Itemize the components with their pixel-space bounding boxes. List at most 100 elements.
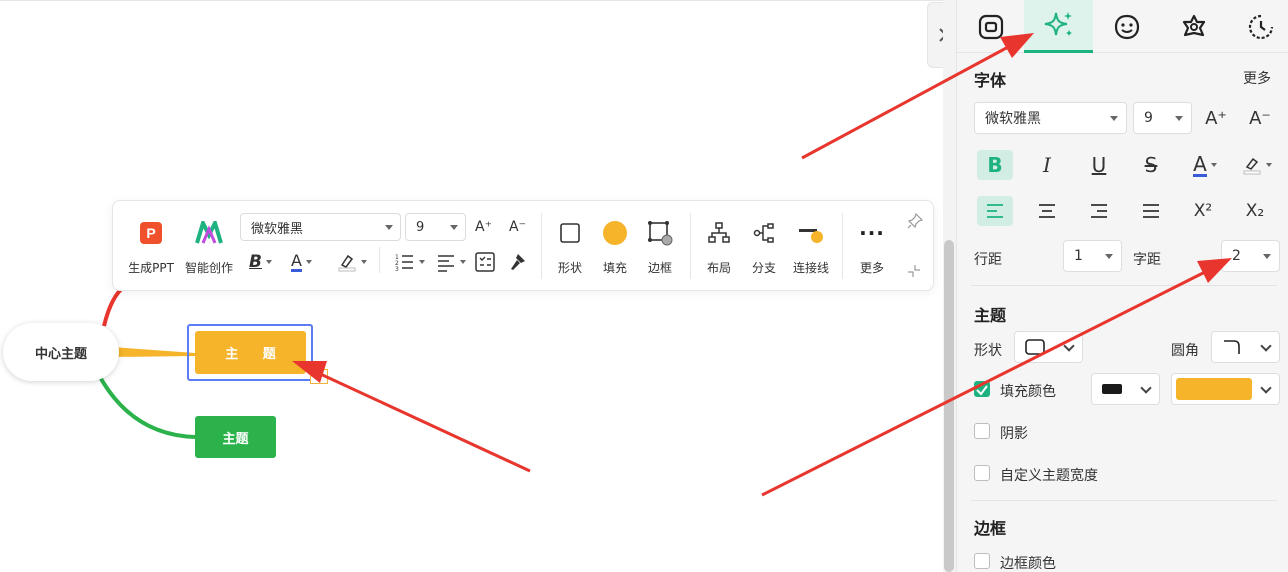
corner-radius-select[interactable]	[1211, 331, 1280, 363]
toolbar-border-button[interactable]: 边框	[632, 219, 688, 276]
fill-color-checkbox[interactable]	[974, 381, 990, 397]
fill-style-select[interactable]	[1091, 373, 1160, 405]
toolbar-format-painter-button[interactable]	[508, 251, 528, 273]
font-family-value: 微软雅黑	[251, 221, 304, 237]
topic-node-green[interactable]: 主题	[195, 416, 276, 458]
custom-width-label: 自定义主题宽度	[1000, 468, 1098, 484]
generate-ppt-label: 生成PPT	[128, 261, 174, 275]
tab-style[interactable]	[1024, 0, 1093, 53]
smiley-icon	[1114, 14, 1139, 39]
line-spacing-label: 行距	[974, 252, 1002, 268]
panel-scrollbar-thumb[interactable]	[944, 240, 954, 572]
fill-color-label: 填充颜色	[1000, 384, 1056, 400]
panel-italic-button[interactable]: I	[1029, 150, 1065, 180]
more-dots-icon: ···	[859, 221, 885, 245]
layout-tree-icon	[705, 219, 733, 247]
tab-canvas[interactable]	[957, 0, 1024, 53]
toolbar-font-increase-button[interactable]: A⁺	[475, 216, 492, 238]
panel-font-size-value: 9	[1144, 110, 1153, 126]
toolbar-highlight-button[interactable]	[337, 251, 367, 273]
ai-logo-icon	[195, 219, 223, 247]
panel-underline-button[interactable]: U	[1081, 150, 1117, 180]
toolbar-bold-button[interactable]: B	[249, 251, 272, 273]
topic-shape-select[interactable]	[1014, 331, 1083, 363]
toolbar-list-button[interactable]: 123	[395, 251, 425, 273]
toolbar-align-button[interactable]	[436, 251, 466, 273]
topic-label: 主 题	[225, 347, 286, 362]
collapse-icon	[908, 265, 920, 277]
panel-superscript-button[interactable]: X²	[1185, 196, 1221, 226]
panel-subscript-button[interactable]: X₂	[1237, 196, 1273, 226]
fill-color-select[interactable]	[1171, 373, 1280, 405]
align-left-icon	[987, 204, 1003, 218]
collapse-toolbar-button[interactable]	[907, 263, 921, 282]
branch-red	[102, 284, 127, 327]
tab-theme[interactable]	[1160, 0, 1227, 53]
panel-strikethrough-button[interactable]: S	[1133, 150, 1169, 180]
topic-section-title: 主题	[974, 306, 1007, 325]
tab-history[interactable]	[1227, 0, 1288, 53]
panel-font-decrease-button[interactable]: A⁻	[1242, 103, 1278, 133]
custom-width-checkbox[interactable]	[974, 465, 990, 481]
panel-tabs	[957, 0, 1288, 53]
panel-justify-button[interactable]	[1133, 196, 1169, 226]
branch-icon	[750, 219, 778, 247]
numbered-list-icon: 123	[395, 254, 413, 272]
panel-font-family-select[interactable]: 微软雅黑	[974, 102, 1127, 134]
fill-color-icon	[601, 219, 629, 247]
topic-node-selected[interactable]: 主 题	[195, 331, 306, 374]
panel-font-increase-button[interactable]: A⁺	[1198, 103, 1234, 133]
bold-icon: B	[987, 153, 1003, 177]
mindmap-canvas[interactable]: 中心主题 主 题 主题 P 生成PPT 智能创作 微软雅黑 9 A⁺ A⁻ B …	[0, 0, 943, 572]
tab-icons[interactable]	[1093, 0, 1160, 53]
ai-create-button[interactable]: 智能创作	[181, 219, 237, 276]
panel-font-color-button[interactable]: A	[1185, 150, 1225, 180]
font-size-value: 9	[416, 219, 425, 235]
svg-text:3: 3	[395, 266, 399, 272]
align-left-icon	[438, 255, 454, 272]
resize-handle[interactable]	[310, 369, 328, 384]
pin-icon	[907, 212, 924, 229]
center-topic-node[interactable]: 中心主题	[3, 323, 119, 381]
panel-bold-button[interactable]: B	[977, 150, 1013, 180]
toolbar-font-size-select[interactable]: 9	[405, 213, 466, 241]
topic-shape-label: 形状	[974, 343, 1002, 359]
toolbar-more-button[interactable]: ··· 更多	[844, 219, 900, 276]
square-shape-icon	[556, 219, 584, 247]
toolbar-font-decrease-button[interactable]: A⁻	[509, 216, 526, 238]
flower-icon	[1182, 14, 1205, 36]
connector-label: 连接线	[792, 261, 829, 275]
toolbar-connector-button[interactable]: 连接线	[783, 219, 839, 276]
font-increase-icon: A⁺	[1205, 107, 1227, 129]
generate-ppt-button[interactable]: P 生成PPT	[123, 219, 179, 276]
panel-font-size-select[interactable]: 9	[1133, 102, 1192, 134]
line-spacing-select[interactable]: 1	[1063, 240, 1122, 272]
section-divider	[971, 285, 1277, 286]
panel-font-family-value: 微软雅黑	[985, 111, 1041, 127]
border-color-checkbox[interactable]	[974, 553, 990, 569]
format-painter-icon	[511, 254, 525, 270]
panel-align-right-button[interactable]	[1081, 196, 1117, 226]
panel-align-center-button[interactable]	[1029, 196, 1065, 226]
italic-icon: I	[1043, 153, 1051, 177]
more-label: 更多	[859, 261, 884, 275]
pin-button[interactable]	[907, 212, 924, 233]
font-section-title: 字体	[974, 71, 1007, 90]
font-more-link[interactable]: 更多	[1243, 68, 1271, 88]
connector-line-icon	[797, 219, 825, 247]
toolbar-font-color-button[interactable]: A	[291, 251, 312, 273]
highlighter-icon	[1243, 157, 1261, 175]
letter-spacing-select[interactable]: 2	[1221, 240, 1280, 272]
toolbar-font-family-select[interactable]: 微软雅黑	[240, 213, 401, 241]
corner-icon	[1224, 340, 1240, 354]
border-label: 边框	[647, 261, 672, 275]
superscript-icon: X²	[1193, 201, 1213, 221]
panel-align-left-button[interactable]	[977, 196, 1013, 226]
shadow-checkbox[interactable]	[974, 423, 990, 439]
panel-highlight-button[interactable]	[1237, 150, 1277, 180]
layout-label: 布局	[706, 261, 731, 275]
toolbar-divider	[842, 213, 843, 279]
ai-create-label: 智能创作	[184, 261, 233, 275]
topic-label: 主题	[222, 431, 249, 447]
toolbar-checklist-button[interactable]	[475, 251, 495, 273]
